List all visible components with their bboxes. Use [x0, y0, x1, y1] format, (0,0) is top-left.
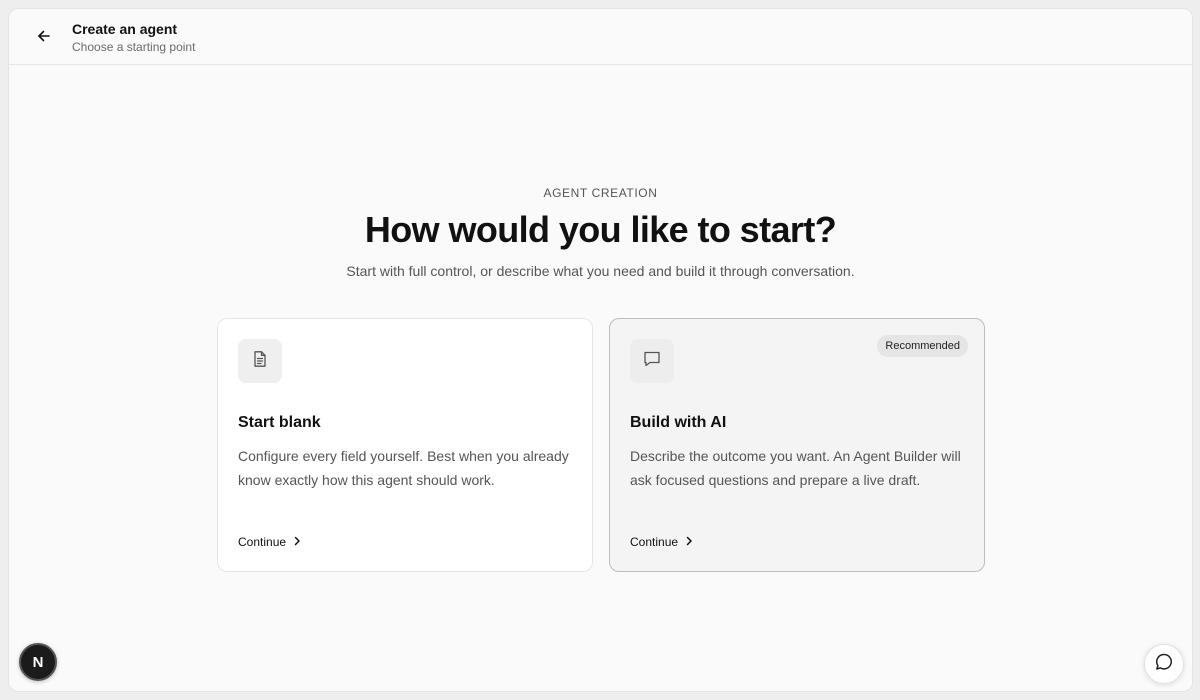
chat-bubble-icon: [642, 349, 662, 374]
continue-link[interactable]: Continue: [630, 535, 694, 549]
app-window: Create an agent Choose a starting point …: [8, 8, 1193, 692]
start-blank-card[interactable]: Start blank Configure every field yourse…: [217, 318, 593, 572]
top-bar: Create an agent Choose a starting point: [9, 9, 1192, 65]
card-title: Start blank: [238, 414, 321, 431]
arrow-left-icon: [36, 28, 52, 49]
chat-bubble-icon: [1154, 652, 1174, 677]
page-title: Create an agent: [72, 21, 178, 37]
continue-link[interactable]: Continue: [238, 535, 302, 549]
chevron-right-icon: [292, 535, 302, 549]
chat-button[interactable]: [1144, 644, 1184, 684]
page-subtitle: Choose a starting point: [72, 40, 196, 54]
card-description: Configure every field yourself. Best whe…: [238, 448, 569, 488]
chevron-right-icon: [684, 535, 694, 549]
card-icon-container: [630, 339, 674, 383]
section-eyebrow: AGENT CREATION: [543, 186, 658, 200]
build-with-ai-card[interactable]: Recommended Build with AI Describe the o…: [609, 318, 985, 572]
back-button[interactable]: [31, 25, 57, 51]
card-title: Build with AI: [630, 414, 727, 431]
main-description: Start with full control, or describe wha…: [346, 263, 855, 279]
main-heading: How would you like to start?: [364, 209, 837, 250]
card-description: Describe the outcome you want. An Agent …: [630, 448, 961, 488]
avatar[interactable]: N: [19, 643, 57, 681]
header-title-group: Create an agent Choose a starting point: [72, 20, 195, 55]
continue-label: Continue: [238, 535, 287, 549]
card-icon-container: [238, 339, 282, 383]
recommended-badge: Recommended: [877, 335, 968, 357]
document-icon: [251, 350, 269, 373]
continue-label: Continue: [630, 535, 679, 549]
